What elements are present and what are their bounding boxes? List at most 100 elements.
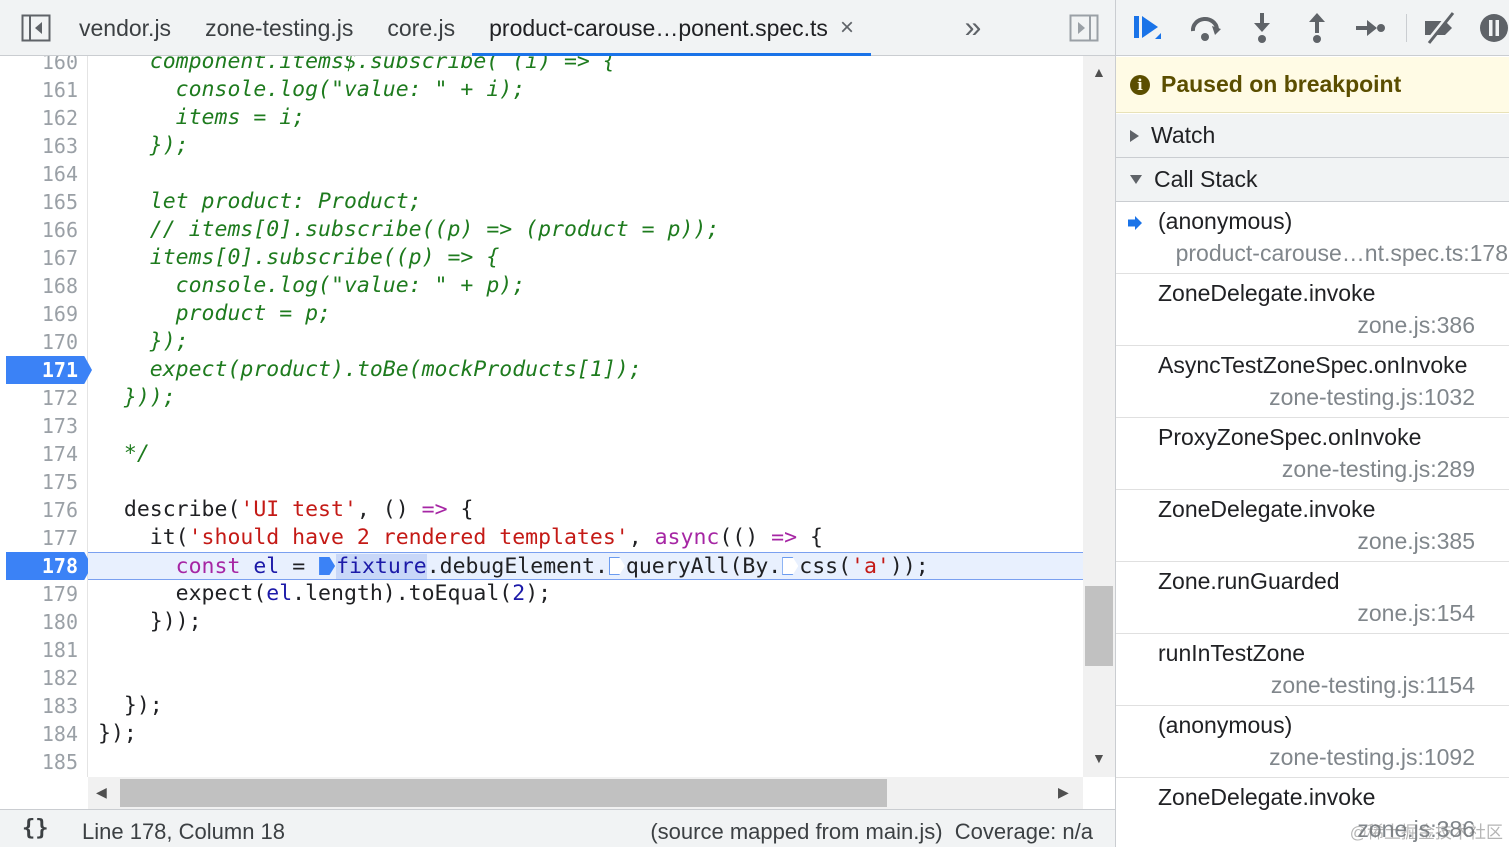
code-line-content: items = i; <box>88 104 1083 132</box>
code-text: })); <box>98 608 202 636</box>
code-line-content <box>88 748 1083 776</box>
paused-banner: i Paused on breakpoint <box>1116 57 1509 113</box>
code-line: })); <box>0 608 1083 636</box>
code-token: queryAll(By. <box>625 554 782 579</box>
code-line-content: items[0].subscribe((p) => { <box>88 244 1083 272</box>
code-line <box>0 412 1083 440</box>
frame-function-name: ProxyZoneSpec.onInvoke <box>1158 424 1422 450</box>
code-token: expect( <box>98 581 267 606</box>
source-map-info[interactable]: (source mapped from main.js) Coverage: n… <box>650 819 1093 845</box>
code-token: )); <box>889 554 929 579</box>
frame-location: zone-testing.js:1092 <box>1269 744 1475 770</box>
step-out-icon[interactable] <box>1297 8 1337 48</box>
code-line: }); <box>0 328 1083 356</box>
editor-tab[interactable]: vendor.js <box>62 0 188 56</box>
call-stack-frame[interactable]: ZoneDelegate.invoke zone.js:385 <box>1116 490 1509 562</box>
scroll-up-icon[interactable]: ▲ <box>1092 64 1106 80</box>
watermark: @稀土掘金技术社区 <box>1349 823 1503 842</box>
scroll-left-icon[interactable]: ◀ <box>96 784 107 801</box>
frame-location: zone-testing.js:1154 <box>1270 672 1475 698</box>
toggle-navigator-icon[interactable] <box>20 13 52 43</box>
code-line <box>0 748 1083 776</box>
code-text: }); <box>98 720 137 748</box>
code-token: })); <box>98 609 202 634</box>
code-token: expect(product).toBe(mockProducts[1]); <box>98 357 642 382</box>
call-stack-list: (anonymous) product-carouse…nt.spec.ts:17… <box>1116 202 1509 847</box>
frame-location: product-carouse…nt.spec.ts:178 <box>1175 240 1508 266</box>
code-line-content: }); <box>88 720 1083 748</box>
code-line: expect(product).toBe(mockProducts[1]); <box>0 356 1083 384</box>
deactivate-breakpoints-icon[interactable] <box>1420 8 1460 48</box>
call-stack-frame[interactable]: Zone.runGuarded zone.js:154 <box>1116 562 1509 634</box>
close-tab-icon[interactable]: × <box>840 14 854 42</box>
code-line-content: describe('UI test', () => { <box>88 496 1083 524</box>
tab-label: core.js <box>387 14 456 41</box>
vertical-scrollbar[interactable]: ▲ ▼ <box>1083 56 1115 777</box>
editor-tab[interactable]: core.js <box>370 0 472 56</box>
code-editor[interactable]: 160 161 162 163 164 165 166 167 168 169 170 171 172 1… <box>0 56 1083 777</box>
code-token: fixture <box>336 554 427 579</box>
code-line-content: })); <box>88 384 1083 412</box>
vertical-scroll-thumb[interactable] <box>1085 586 1113 666</box>
code-token: { <box>447 497 474 522</box>
code-line: }); <box>0 132 1083 160</box>
current-frame-arrow-icon <box>1128 216 1142 230</box>
code-text: })); <box>98 384 176 412</box>
code-line-content: console.log("value: " + p); <box>88 272 1083 300</box>
code-token: console.log("value: " + p); <box>98 273 526 298</box>
code-line-content: expect(product).toBe(mockProducts[1]); <box>88 356 1083 384</box>
code-line-content: }); <box>88 132 1083 160</box>
code-token: el <box>253 554 280 579</box>
resume-icon[interactable] <box>1128 8 1168 48</box>
collapse-arrow-icon <box>1130 175 1142 184</box>
call-stack-frame[interactable]: runInTestZone zone-testing.js:1154 <box>1116 634 1509 706</box>
code-token: = <box>279 554 319 579</box>
watch-section-header[interactable]: Watch <box>1116 114 1509 158</box>
toggle-debugger-icon[interactable] <box>1068 13 1100 43</box>
current-execution-line: const el = fixture.debugElement. queryAll… <box>0 552 1083 580</box>
inline-breakpoint-icon[interactable] <box>782 557 799 575</box>
frame-function-name: AsyncTestZoneSpec.onInvoke <box>1158 352 1468 378</box>
scroll-right-icon[interactable]: ▶ <box>1058 784 1069 801</box>
code-line-content: expect(el.length).toEqual(2); <box>88 580 1083 608</box>
code-line <box>0 468 1083 496</box>
inline-breakpoint-active-icon[interactable] <box>319 557 336 575</box>
step-over-icon[interactable] <box>1186 8 1226 48</box>
code-token: }); <box>98 133 189 158</box>
horizontal-scroll-thumb[interactable] <box>120 779 887 807</box>
code-text: }); <box>98 692 163 720</box>
editor-tabs: vendor.js zone-testing.js core.js product-c… <box>62 0 871 56</box>
code-line: */ <box>0 440 1083 468</box>
call-stack-frame[interactable]: ProxyZoneSpec.onInvoke zone-testing.js:28… <box>1116 418 1509 490</box>
code-line: }); <box>0 692 1083 720</box>
code-text: describe('UI test', () => { <box>98 496 474 524</box>
more-tabs-icon[interactable]: » <box>958 11 988 44</box>
code-line <box>0 160 1083 188</box>
code-line-content <box>88 636 1083 664</box>
code-token: })); <box>98 385 176 410</box>
call-stack-frame[interactable]: AsyncTestZoneSpec.onInvoke zone-testing.j… <box>1116 346 1509 418</box>
code-token: it( <box>98 525 189 550</box>
code-token: 'should have 2 rendered templates' <box>188 525 629 550</box>
code-token: component.items$.subscribe( (i) => { <box>98 56 616 74</box>
code-line: console.log("value: " + p); <box>0 272 1083 300</box>
frame-location: zone-testing.js:289 <box>1281 456 1475 482</box>
call-stack-section-header[interactable]: Call Stack <box>1116 158 1509 202</box>
horizontal-scrollbar[interactable]: ◀ ▶ <box>88 777 1083 809</box>
call-stack-frame[interactable]: (anonymous) product-carouse…nt.spec.ts:17… <box>1116 202 1509 274</box>
pause-on-exceptions-icon[interactable] <box>1474 8 1509 48</box>
step-icon[interactable] <box>1350 8 1390 48</box>
call-stack-frame[interactable]: (anonymous) zone-testing.js:1092 <box>1116 706 1509 778</box>
inline-breakpoint-icon[interactable] <box>608 557 625 575</box>
code-line-content: }); <box>88 692 1083 720</box>
editor-tab[interactable]: product-carouse…ponent.spec.ts × <box>472 0 871 56</box>
frame-location: zone-testing.js:1032 <box>1269 384 1475 410</box>
editor-tab[interactable]: zone-testing.js <box>188 0 370 56</box>
call-stack-frame[interactable]: ZoneDelegate.invoke zone.js:386 <box>1116 274 1509 346</box>
code-line: expect(el.length).toEqual(2); <box>0 580 1083 608</box>
scroll-down-icon[interactable]: ▼ <box>1092 750 1106 766</box>
frame-function-name: ZoneDelegate.invoke <box>1158 784 1376 810</box>
step-into-icon[interactable] <box>1242 8 1282 48</box>
pretty-print-button[interactable]: {} <box>22 816 49 841</box>
